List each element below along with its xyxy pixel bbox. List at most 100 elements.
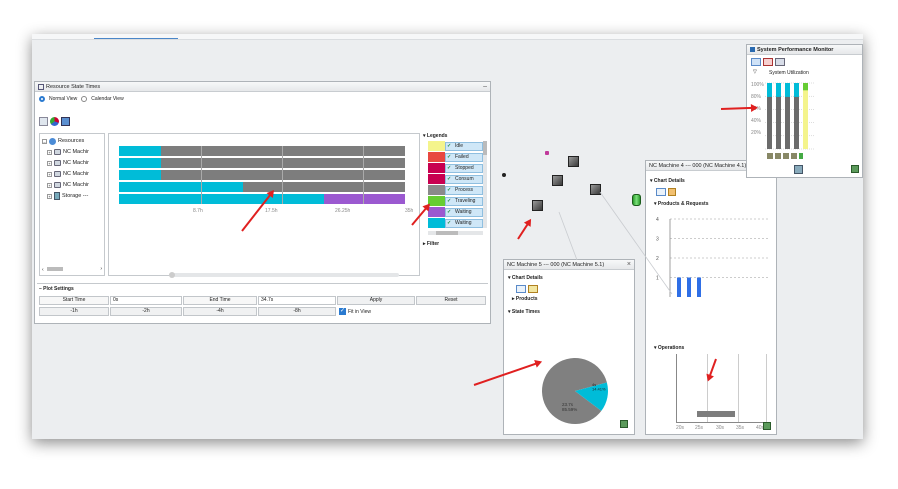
apply-button[interactable]: Apply	[337, 296, 415, 305]
window-title-bar[interactable]: NC Machine 5 --- 000 (NC Machine 5.1) ×	[504, 260, 634, 270]
legend-item-waiting[interactable]: Waiting	[428, 218, 491, 228]
products-requests-header[interactable]: ▾ Products & Requests	[654, 201, 708, 207]
fit-in-view-checkbox[interactable]: ✓ Fit in View	[337, 307, 371, 316]
export-icon[interactable]	[763, 422, 771, 430]
filter-header[interactable]: ▸ Filter	[423, 241, 439, 247]
legend-checkbox[interactable]: Stopped	[445, 164, 483, 173]
legend-item-failed[interactable]: Failed	[428, 152, 491, 162]
legends-header[interactable]: ▾ Legends	[423, 133, 447, 139]
resource-icon[interactable]	[763, 58, 773, 66]
sink-marker-icon	[502, 173, 506, 177]
chart-view-icon[interactable]	[668, 188, 676, 196]
gantt-chart[interactable]: 8.7h 17.5h 26.25h 35h	[108, 133, 420, 278]
bar[interactable]	[687, 277, 691, 298]
products-header[interactable]: ▸ Products	[512, 296, 538, 302]
storage-cylinder-icon[interactable]	[632, 194, 641, 206]
legend-checkbox[interactable]: Consum	[445, 175, 483, 184]
legend-checkbox[interactable]: Failed	[445, 153, 483, 162]
minimize-icon[interactable]: –	[483, 82, 487, 91]
bar[interactable]	[803, 86, 808, 149]
tree-item-nc-machine[interactable]: + NC Machir	[47, 169, 89, 179]
legend-item-stopped[interactable]: Stopped	[428, 163, 491, 173]
gantt-scrollbar[interactable]	[169, 272, 399, 278]
minus-8h-button[interactable]: -8h	[258, 307, 336, 316]
scroll-thumb[interactable]	[46, 267, 63, 271]
close-icon[interactable]: ×	[627, 260, 631, 269]
operations-chart[interactable]	[676, 354, 768, 432]
bar[interactable]	[767, 92, 772, 149]
expand-icon[interactable]: +	[47, 182, 52, 188]
window-title-bar[interactable]: Resource State Times –	[35, 82, 490, 92]
bar[interactable]	[794, 92, 799, 149]
legends-hscrollbar[interactable]	[428, 231, 483, 235]
export-icon[interactable]	[620, 420, 628, 428]
state-times-header[interactable]: ▾ State Times	[508, 309, 540, 315]
nc-machine-4-window: NC Machine 4 --- 000 (NC Machine 4.1) ▾ …	[645, 160, 777, 435]
tree-item-storage[interactable]: + Storage ---	[47, 191, 88, 201]
legend-checkbox[interactable]: Waiting	[445, 219, 483, 228]
tree-item-nc-machine[interactable]: + NC Machir	[47, 147, 89, 157]
plot-settings-header[interactable]: – Plot Settings	[39, 286, 74, 292]
normal-view-radio[interactable]	[39, 96, 45, 102]
machine-cube-icon[interactable]	[552, 175, 563, 186]
machine-cube-icon[interactable]	[590, 184, 601, 195]
products-requests-chart[interactable]: 4 3 2 1	[654, 213, 772, 313]
machine-cube-icon[interactable]	[532, 200, 543, 211]
chart-details-header[interactable]: ▾ Chart Details	[650, 178, 685, 184]
pie-chart-icon[interactable]	[50, 117, 59, 126]
tree-item-nc-machine[interactable]: + NC Machir	[47, 180, 89, 190]
export-icon[interactable]	[851, 165, 859, 173]
tree-item-nc-machine[interactable]: + NC Machir	[47, 158, 89, 168]
legend-checkbox[interactable]: Process	[445, 186, 483, 195]
minus-1h-button[interactable]: -1h	[39, 307, 109, 316]
collapse-icon[interactable]: –	[42, 138, 47, 144]
resource-add-icon[interactable]	[61, 117, 70, 126]
storage-icon	[799, 153, 803, 159]
legend-item-traveling[interactable]: Traveling	[428, 196, 491, 206]
table-view-icon[interactable]	[656, 188, 666, 196]
checkbox-checked-icon[interactable]: ✓	[339, 308, 346, 315]
tree-item-resources[interactable]: – Resources	[42, 136, 84, 146]
legend-checkbox[interactable]: Waiting	[445, 208, 483, 217]
filter-icon[interactable]: ▽	[753, 69, 757, 75]
chart-details-header[interactable]: ▾ Chart Details	[508, 275, 543, 281]
legend-item-processing[interactable]: Process	[428, 185, 491, 195]
scroll-thumb[interactable]	[169, 272, 175, 278]
machine-icon	[54, 160, 61, 166]
operations-header[interactable]: ▾ Operations	[654, 345, 684, 351]
legend-item-idle[interactable]: Idle	[428, 141, 491, 151]
scroll-thumb[interactable]	[483, 141, 487, 155]
calendar-view-radio[interactable]	[81, 96, 88, 102]
window-title-bar[interactable]: System Performance Monitor	[747, 45, 862, 55]
state-times-pie-chart[interactable]: 23.7s 85.59%4s 14.41%	[540, 356, 610, 426]
legend-checkbox[interactable]: Traveling	[445, 197, 483, 206]
tree-horizontal-scrollbar[interactable]: ‹ ›	[42, 267, 102, 273]
chart-icon[interactable]	[751, 58, 761, 66]
bar[interactable]	[677, 277, 681, 298]
chart-view-icon[interactable]	[528, 285, 538, 293]
reset-button[interactable]: Reset	[416, 296, 486, 305]
minus-2h-button[interactable]: -2h	[110, 307, 182, 316]
table-view-icon[interactable]	[516, 285, 526, 293]
machine-cube-icon[interactable]	[568, 156, 579, 167]
expand-icon[interactable]: +	[47, 193, 52, 199]
expand-icon[interactable]: +	[47, 149, 52, 155]
legend-checkbox[interactable]: Idle	[445, 142, 483, 151]
end-time-input[interactable]: 34.7s	[258, 296, 336, 305]
util-y-tick: 80%	[751, 94, 762, 100]
refresh-icon[interactable]	[794, 165, 803, 174]
bar[interactable]	[776, 92, 781, 149]
filter-icon[interactable]	[39, 117, 48, 126]
expand-icon[interactable]: +	[47, 160, 52, 166]
minus-4h-button[interactable]: -4h	[183, 307, 257, 316]
legend-item-consumed[interactable]: Consum	[428, 174, 491, 184]
bar[interactable]	[697, 277, 701, 298]
legends-scrollbar[interactable]	[483, 141, 487, 228]
system-utilization-chart[interactable]	[765, 81, 815, 151]
legend-item-waiting[interactable]: Waiting	[428, 207, 491, 217]
start-time-input[interactable]: 0s	[110, 296, 182, 305]
user-icon[interactable]	[775, 58, 785, 66]
bar[interactable]	[785, 92, 790, 149]
expand-icon[interactable]: +	[47, 171, 52, 177]
scroll-thumb[interactable]	[436, 231, 458, 235]
